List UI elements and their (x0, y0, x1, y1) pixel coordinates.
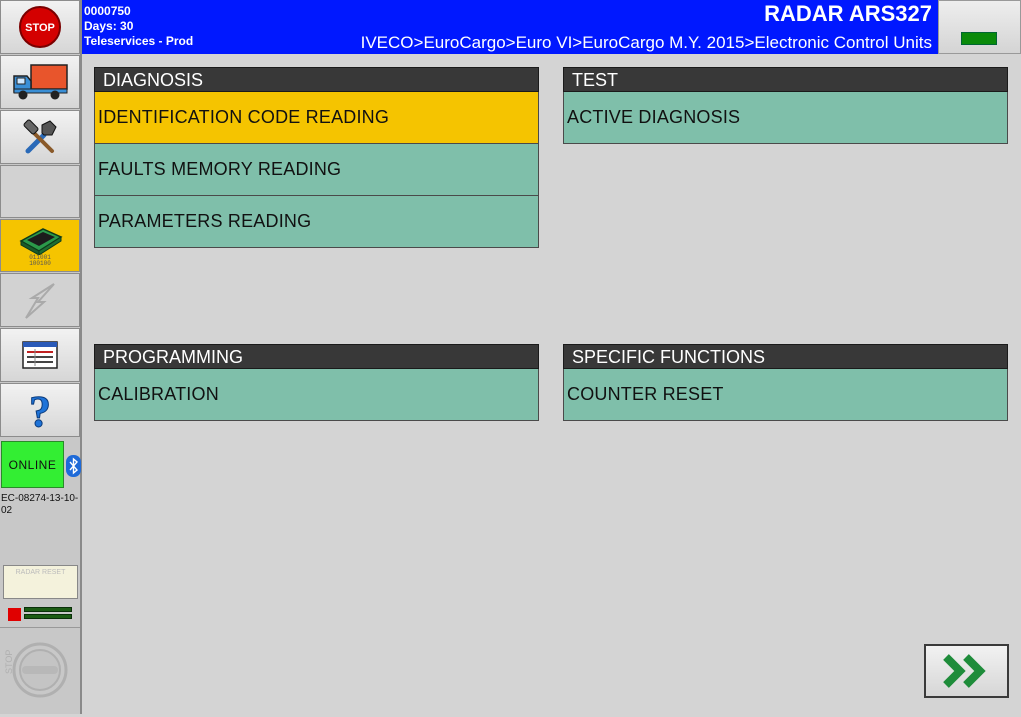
status-bars (24, 607, 72, 622)
programming-panel: PROGRAMMING CALIBRATION (94, 344, 539, 421)
sidebar-spacer (0, 165, 80, 218)
sidebar-item-documents[interactable] (0, 328, 80, 382)
tools-icon (23, 119, 57, 154)
stop-icon: STOP (19, 6, 61, 48)
truck-icon (13, 64, 68, 100)
status-led (961, 32, 997, 45)
menu-item-parameters-reading[interactable]: PARAMETERS READING (94, 196, 539, 248)
panel-title-diagnosis: DIAGNOSIS (94, 67, 539, 92)
stop-disabled-icon: STOP (4, 642, 68, 698)
online-status-button[interactable]: ONLINE (1, 441, 64, 488)
sidebar-item-vehicle[interactable] (0, 55, 80, 109)
document-list-icon (22, 341, 58, 369)
panel-title-test: TEST (563, 67, 1008, 92)
double-chevron-right-icon (942, 654, 986, 688)
specific-functions-panel: SPECIFIC FUNCTIONS COUNTER RESET (563, 344, 1008, 421)
next-button[interactable] (924, 644, 1009, 698)
page-title: RADAR ARS327 (764, 1, 932, 26)
status-indicator-red (8, 608, 21, 621)
lightning-icon (25, 283, 55, 319)
device-id: EC-08274-13-10-02 (1, 493, 79, 516)
test-panel: TEST ACTIVE DIAGNOSIS (563, 67, 1008, 144)
breadcrumb: IVECO>EuroCargo>Euro VI>EuroCargo M.Y. 2… (360, 33, 932, 52)
ecu-digits: 011001 100100 (29, 253, 51, 267)
sidebar-item-lightning (0, 273, 80, 327)
service-label: Teleservices - Prod (84, 34, 194, 48)
panel-title-specific-functions: SPECIFIC FUNCTIONS (563, 344, 1008, 369)
sidebar-item-help[interactable]: ? (0, 383, 80, 437)
sidebar: STOP 011001 100100 ? ONLINE EC-08274-13-… (0, 0, 82, 714)
status-panel (938, 0, 1021, 54)
bluetooth-icon (66, 455, 81, 477)
sidebar-item-ecu[interactable]: 011001 100100 (0, 219, 80, 272)
svg-text:STOP: STOP (4, 650, 14, 674)
menu-item-active-diagnosis[interactable]: ACTIVE DIAGNOSIS (563, 92, 1008, 144)
menu-item-counter-reset[interactable]: COUNTER RESET (563, 369, 1008, 421)
svg-text:STOP: STOP (25, 22, 55, 34)
session-code: 0000750 (84, 4, 131, 18)
stop-button[interactable]: STOP (0, 0, 80, 54)
panel-title-programming: PROGRAMMING (94, 344, 539, 369)
diagnosis-panel: DIAGNOSIS IDENTIFICATION CODE READING FA… (94, 67, 539, 248)
menu-item-identification-code-reading[interactable]: IDENTIFICATION CODE READING (94, 92, 539, 144)
menu-item-calibration[interactable]: CALIBRATION (94, 369, 539, 421)
header-bar: 0000750 Days: 30 Teleservices - Prod RAD… (82, 0, 938, 54)
menu-item-faults-memory-reading[interactable]: FAULTS MEMORY READING (94, 144, 539, 196)
sidebar-item-tools[interactable] (0, 110, 80, 164)
ecu-icon (19, 227, 63, 255)
help-icon: ? (29, 388, 52, 432)
svg-text:?: ? (29, 388, 51, 432)
days-remaining: Days: 30 (84, 19, 134, 33)
radar-reset-button[interactable]: RADAR RESET (3, 565, 78, 599)
stop-disabled-button: STOP (0, 627, 80, 713)
